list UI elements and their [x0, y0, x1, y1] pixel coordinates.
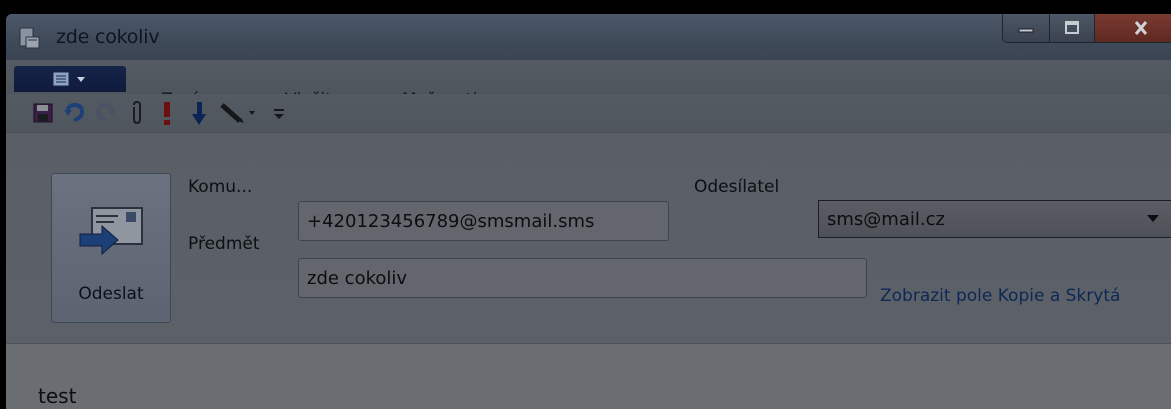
high-importance-button[interactable] — [156, 100, 178, 126]
to-field[interactable]: +420123456789@smsmail.sms — [298, 201, 669, 241]
subject-label: Předmět — [188, 234, 260, 254]
quick-access-toolbar — [6, 94, 1171, 133]
from-label: Odesílatel — [694, 177, 780, 197]
save-icon — [33, 103, 53, 123]
subject-field[interactable]: zde cokoliv — [298, 258, 867, 298]
file-menu-button[interactable] — [14, 66, 126, 92]
signature-icon — [220, 103, 255, 123]
minimize-icon — [1018, 28, 1034, 33]
title-bar[interactable]: zde cokoliv — [6, 14, 1171, 60]
undo-button[interactable] — [64, 100, 86, 126]
attach-icon — [133, 101, 141, 125]
file-menu-icon — [52, 71, 85, 87]
undo-icon — [64, 102, 85, 122]
ribbon-tab-bar — [6, 60, 1171, 94]
maximize-icon — [1065, 21, 1079, 34]
message-header: Odeslat Komu... +420123456789@smsmail.sm… — [6, 133, 1171, 343]
subject-value: zde cokoliv — [307, 267, 408, 289]
high-importance-icon — [164, 102, 170, 125]
from-select[interactable]: sms@mail.cz — [818, 200, 1171, 238]
chevron-down-icon — [1147, 215, 1159, 222]
body-text: test — [38, 384, 77, 408]
send-button[interactable]: Odeslat — [51, 173, 171, 323]
redo-button[interactable] — [94, 100, 116, 126]
redo-icon — [95, 102, 116, 122]
window-title: zde cokoliv — [56, 26, 160, 48]
minimize-button[interactable] — [1002, 14, 1050, 43]
customize-toolbar-icon — [274, 109, 284, 119]
close-icon — [1134, 21, 1148, 35]
show-cc-bcc-link[interactable]: Zobrazit pole Kopie a Skrytá — [880, 286, 1120, 306]
to-button[interactable]: Komu... — [188, 177, 252, 197]
send-icon — [79, 207, 143, 256]
maximize-button[interactable] — [1049, 14, 1095, 43]
low-importance-icon — [192, 102, 206, 125]
to-value: +420123456789@smsmail.sms — [307, 210, 595, 232]
message-body[interactable]: test — [6, 344, 1171, 409]
send-label: Odeslat — [78, 284, 144, 304]
customize-toolbar-button[interactable] — [268, 100, 290, 126]
signature-button[interactable] — [220, 100, 260, 126]
attach-button[interactable] — [126, 100, 148, 126]
low-importance-button[interactable] — [188, 100, 210, 126]
from-value: sms@mail.cz — [827, 208, 945, 230]
save-button[interactable] — [32, 100, 54, 126]
message-window: zde cokoliv Odeslat Komu... +42012345678… — [6, 14, 1171, 409]
message-app-icon — [19, 27, 40, 49]
close-button[interactable] — [1094, 14, 1171, 43]
